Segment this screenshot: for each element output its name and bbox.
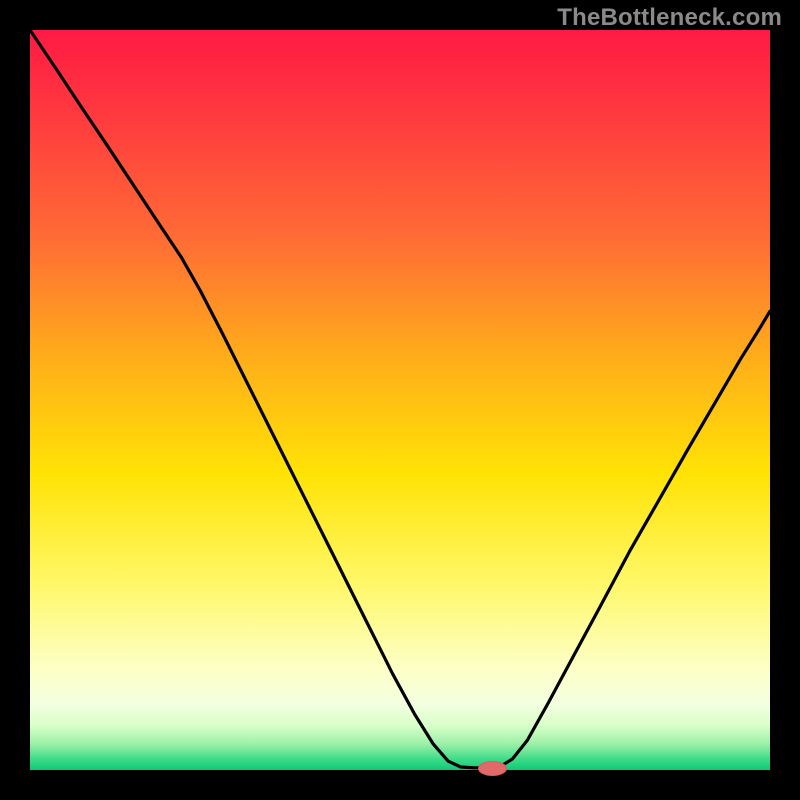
minimum-marker bbox=[479, 762, 507, 776]
plot-area bbox=[30, 30, 770, 770]
bottleneck-chart bbox=[0, 0, 800, 800]
watermark-text: TheBottleneck.com bbox=[557, 4, 782, 32]
chart-frame: TheBottleneck.com bbox=[0, 0, 800, 800]
